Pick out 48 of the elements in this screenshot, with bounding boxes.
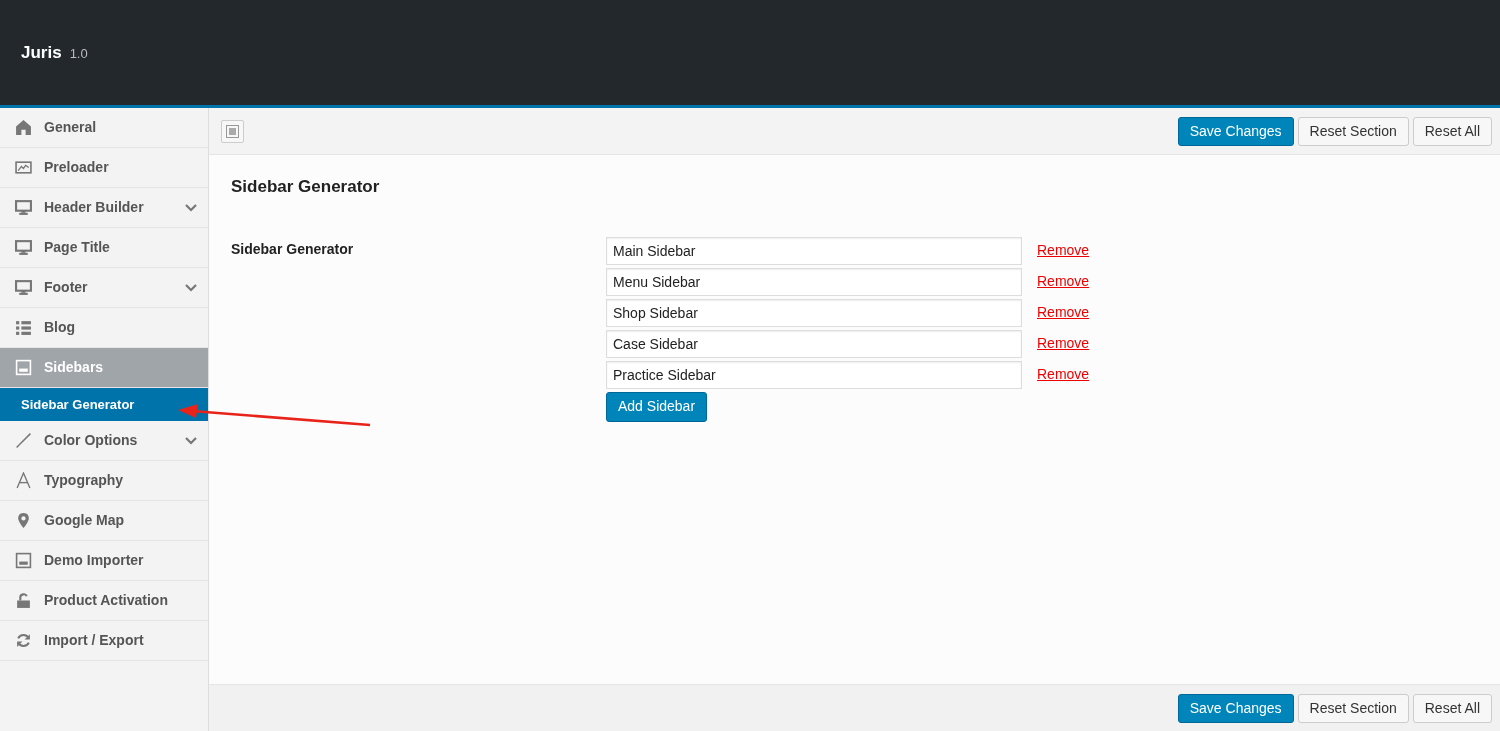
remove-link[interactable]: Remove [1037,364,1090,385]
map-pin-icon [15,512,32,529]
sync-icon [15,632,32,649]
monitor-icon [15,279,32,296]
layout-icon [226,124,239,138]
menu-item[interactable]: Page Title [0,228,208,268]
remove-link[interactable]: Remove [1037,240,1090,261]
sidebar-name-field[interactable]: Shop Sidebar [606,298,1022,327]
add-sidebar-button[interactable]: Add Sidebar [606,391,708,422]
menu-item[interactable]: Import / Export [0,621,208,661]
version-label: 1.0 [69,44,88,63]
remove-link[interactable]: Remove [1037,271,1090,292]
monitor-icon [15,239,32,256]
menu-item[interactable]: Header Builder [0,188,208,228]
menu-item[interactable]: Product Activation [0,581,208,621]
chart-icon [15,159,32,176]
menu-item[interactable]: Footer [0,268,208,308]
reset-button[interactable]: Reset Section [1297,693,1409,723]
list-icon [15,319,32,336]
home-icon [15,119,32,136]
section-title: Sidebar Generator [231,176,381,198]
reset-button[interactable]: Reset All [1412,693,1492,723]
layout-toggle-button[interactable] [221,119,244,143]
save-button[interactable]: Save Changes [1177,693,1294,723]
layout-icon [15,552,32,569]
typography-icon [15,472,32,489]
sidebar-name-field[interactable]: Case Sidebar [606,329,1022,358]
sidebar-name-field[interactable]: Menu Sidebar [606,267,1022,296]
app-title: Juris [21,41,62,64]
menu-item[interactable]: Typography [0,461,208,501]
field-label: Sidebar Generator [231,240,354,257]
remove-link[interactable]: Remove [1037,333,1090,354]
sidebar-name-field[interactable]: Practice Sidebar [606,360,1022,389]
sidebar-name-field[interactable]: Main Sidebar [606,236,1022,265]
menu-item[interactable]: Google Map [0,501,208,541]
menu-item[interactable]: General [0,108,208,148]
menu-item[interactable]: Demo Importer [0,541,208,581]
submenu-item[interactable]: Sidebar Generator [0,388,208,421]
menu-item[interactable]: Color Options [0,421,208,461]
reset-button[interactable]: Reset Section [1297,116,1409,146]
layout-icon [15,359,32,376]
brush-icon [15,432,32,449]
unlocked-padlock-icon [15,592,32,609]
remove-link[interactable]: Remove [1037,302,1090,323]
save-button[interactable]: Save Changes [1177,116,1294,146]
reset-button[interactable]: Reset All [1412,116,1492,146]
monitor-icon [15,199,32,216]
menu-item[interactable]: Preloader [0,148,208,188]
